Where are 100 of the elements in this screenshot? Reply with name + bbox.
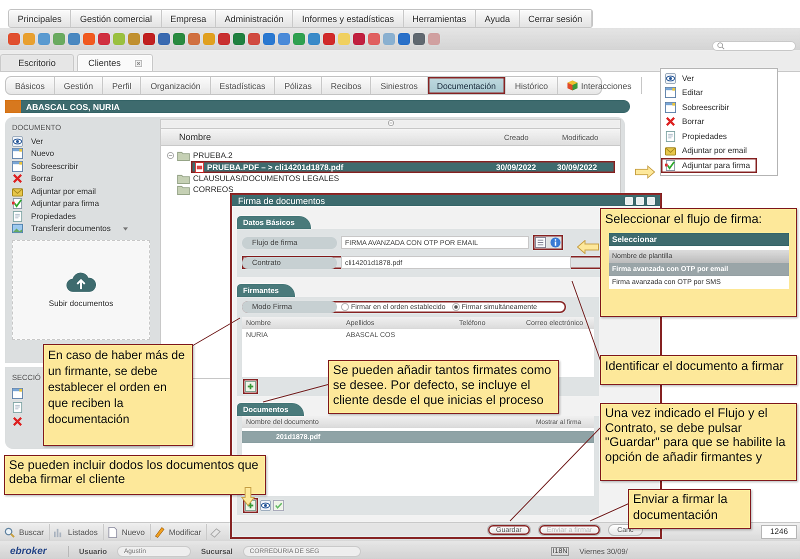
toolbar-button[interactable]: Buscar: [4, 524, 50, 540]
section-tab[interactable]: Documentación: [428, 77, 506, 94]
document-check-icon: [665, 160, 676, 171]
section-tab[interactable]: Perfil: [103, 77, 142, 94]
toolbar-button[interactable]: Modificar: [154, 524, 208, 540]
section-tab[interactable]: Gestión: [54, 77, 104, 94]
app-icon[interactable]: [398, 33, 410, 45]
menu-item[interactable]: Sobreescribir: [661, 100, 757, 114]
client-color-mark: [5, 100, 21, 113]
eye-icon[interactable]: [260, 500, 271, 512]
app-icon[interactable]: [128, 33, 140, 45]
picker-title: Seleccionar: [609, 233, 789, 246]
menu-item[interactable]: Administración: [216, 10, 294, 27]
eraser-icon[interactable]: [210, 526, 222, 538]
created-date: 30/09/2022: [496, 162, 538, 172]
callout-text: Se pueden incluir dodos los documentos que deba firmar el cliente: [9, 458, 260, 486]
app-icon[interactable]: [263, 33, 275, 45]
action-item[interactable]: Propiedades: [12, 210, 154, 222]
menu-item[interactable]: Herramientas: [404, 10, 476, 27]
action-item[interactable]: Nuevo: [12, 148, 154, 160]
action-item[interactable]: Transferir documentos: [12, 222, 154, 235]
app-icon[interactable]: [323, 33, 335, 45]
info-icon[interactable]: [550, 237, 561, 248]
toolbar-button[interactable]: Listados: [52, 524, 104, 540]
section-tab[interactable]: Estadísticas: [210, 77, 276, 94]
cross-icon[interactable]: [12, 416, 23, 427]
tree-row[interactable]: CORREOS: [161, 184, 620, 195]
upload-icon: [66, 272, 96, 293]
app-icon[interactable]: [143, 33, 155, 45]
action-item[interactable]: Ver: [12, 135, 154, 148]
action-item[interactable]: Borrar: [12, 172, 154, 185]
app-icon[interactable]: [248, 33, 260, 45]
envelope-icon: [665, 145, 676, 156]
action-item[interactable]: Sobreescribir: [12, 160, 154, 172]
document-icon: [665, 102, 676, 113]
app-icon[interactable]: [293, 33, 305, 45]
add-icon[interactable]: [243, 379, 258, 394]
page-icon[interactable]: [12, 402, 23, 413]
menu-item[interactable]: Borrar: [661, 114, 757, 129]
document-icon: [12, 160, 23, 172]
section-tab[interactable]: Pólizas: [275, 77, 322, 94]
menu-item[interactable]: Ver: [661, 71, 757, 86]
cross-icon: [665, 116, 676, 128]
section-tab[interactable]: Recibos: [322, 77, 372, 94]
app-icon[interactable]: [158, 33, 170, 45]
menu-item[interactable]: Adjuntar por email: [661, 144, 757, 158]
list-icon[interactable]: [535, 237, 546, 248]
app-icon[interactable]: [98, 33, 110, 45]
app-icon[interactable]: [278, 33, 290, 45]
toolbar-button[interactable]: Nuevo: [106, 524, 151, 540]
search-field[interactable]: [712, 41, 796, 51]
app-icon[interactable]: [83, 33, 95, 45]
app-icon[interactable]: [233, 33, 245, 45]
app-icon[interactable]: [413, 33, 425, 45]
collapse-icon[interactable]: [167, 152, 174, 159]
app-icon[interactable]: [353, 33, 365, 45]
app-icon[interactable]: [8, 33, 20, 45]
app-icon[interactable]: [308, 33, 320, 45]
app-icon[interactable]: [218, 33, 230, 45]
app-icon[interactable]: [68, 33, 80, 45]
app-icon[interactable]: [38, 33, 50, 45]
tree-row[interactable]: PRUEBA.PDF – > cli14201d1878.pdf 30/09/2022 30/09/2022: [191, 161, 615, 173]
document-icon[interactable]: [12, 388, 23, 399]
action-item[interactable]: Adjuntar por email: [12, 185, 154, 198]
section-tab[interactable]: Básicos: [6, 77, 55, 94]
action-item[interactable]: Adjuntar para firma: [12, 198, 154, 210]
section-tab[interactable]: Interacciones: [558, 77, 642, 94]
section-tab[interactable]: Histórico: [506, 77, 558, 94]
menu-item[interactable]: Cerrar sesión: [520, 10, 592, 27]
document-icon: [12, 148, 23, 160]
close-icon[interactable]: [134, 60, 142, 66]
check-icon[interactable]: [273, 500, 284, 512]
modified-date: 30/09/2022: [557, 162, 598, 172]
window-controls-icon[interactable]: [625, 196, 655, 205]
caret-icon[interactable]: [122, 226, 128, 231]
leader-line: [262, 384, 330, 402]
tree-row[interactable]: PRUEBA.2: [161, 150, 620, 161]
app-icon[interactable]: [188, 33, 200, 45]
arrow-icon: [635, 165, 655, 179]
upload-area[interactable]: Subir documentos: [12, 240, 150, 340]
menu-item[interactable]: Gestión comercial: [71, 10, 162, 27]
menu-item[interactable]: Propiedades: [661, 129, 757, 144]
app-icon[interactable]: [173, 33, 185, 45]
tab[interactable]: Escritorio: [0, 54, 74, 71]
section-tab[interactable]: Organización: [141, 77, 211, 94]
radio-button[interactable]: [452, 303, 460, 312]
menu-item[interactable]: Principales: [9, 10, 72, 27]
column-header[interactable]: Nombre: [161, 132, 504, 142]
tree-row[interactable]: CLAUSULAS/DOCUMENTOS LEGALES: [161, 173, 620, 184]
radio-button[interactable]: [341, 303, 349, 312]
menu-item[interactable]: Editar: [661, 86, 757, 100]
tab[interactable]: Clientes: [77, 54, 153, 71]
app-icon[interactable]: [368, 33, 380, 45]
menu-item[interactable]: Informes y estadísticas: [293, 10, 404, 27]
record-number-field[interactable]: 1246: [761, 525, 797, 539]
menu-item[interactable]: Empresa: [162, 10, 216, 27]
menu-item[interactable]: Ayuda: [476, 10, 520, 27]
menu-item[interactable]: Adjuntar para firma: [661, 158, 757, 172]
collapse-icon[interactable]: [388, 120, 394, 126]
app-icon[interactable]: [53, 33, 65, 45]
